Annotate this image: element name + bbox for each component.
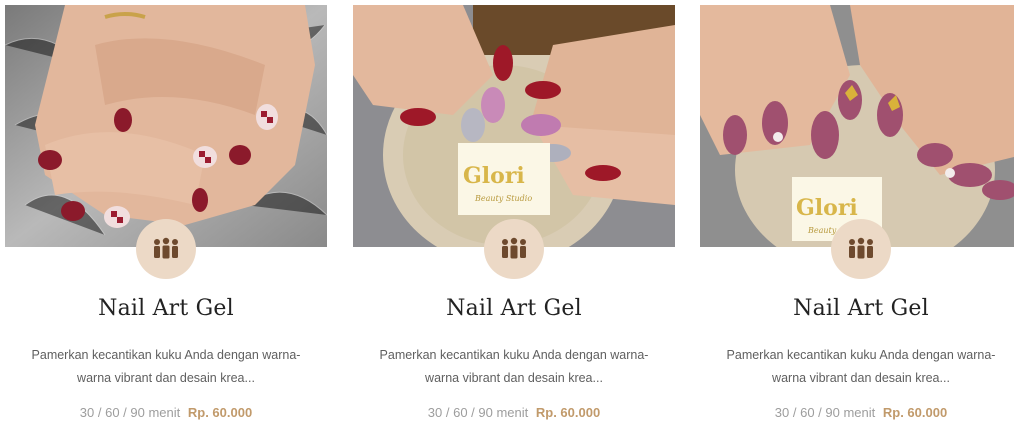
people-group-icon — [502, 237, 526, 259]
service-duration: 30 / 60 / 90 menit — [774, 405, 876, 420]
nail-photo-image — [5, 5, 327, 247]
service-photo[interactable]: Glori Beauty Studio — [700, 5, 1014, 247]
people-group-icon — [849, 237, 873, 259]
service-meta: 30 / 60 / 90 menit Rp. 60.000 — [700, 405, 1014, 420]
service-description: Pamerkan kecantikan kuku Anda dengan war… — [31, 348, 301, 385]
service-title[interactable]: Nail Art Gel — [700, 296, 1014, 321]
service-card[interactable]: Glori Beauty Studio Nail Art Gel Pamerka… — [700, 0, 1014, 423]
service-price: Rp. 60.000 — [535, 405, 601, 420]
glori-logo-subtext: Beauty Studio — [474, 194, 532, 203]
service-price: Rp. 60.000 — [187, 405, 253, 420]
service-duration: 30 / 60 / 90 menit — [427, 405, 529, 420]
nail-photo-image: Glori Beauty Studio — [353, 5, 675, 247]
service-badge — [484, 219, 544, 279]
service-photo[interactable] — [5, 5, 327, 247]
service-meta: 30 / 60 / 90 menit Rp. 60.000 — [5, 405, 327, 420]
service-photo[interactable]: Glori Beauty Studio — [353, 5, 675, 247]
service-title[interactable]: Nail Art Gel — [353, 296, 675, 321]
service-description: Pamerkan kecantikan kuku Anda dengan war… — [726, 348, 996, 385]
service-description: Pamerkan kecantikan kuku Anda dengan war… — [379, 348, 649, 385]
service-badge — [136, 219, 196, 279]
service-price: Rp. 60.000 — [882, 405, 948, 420]
service-duration: 30 / 60 / 90 menit — [79, 405, 181, 420]
glori-logo-text: Glori — [463, 163, 525, 189]
service-grid: Nail Art Gel Pamerkan kecantikan kuku An… — [0, 0, 1014, 423]
service-title[interactable]: Nail Art Gel — [5, 296, 327, 321]
people-group-icon — [154, 237, 178, 259]
service-card[interactable]: Glori Beauty Studio Nail Art Gel Pamerka… — [353, 0, 675, 423]
service-card[interactable]: Nail Art Gel Pamerkan kecantikan kuku An… — [5, 0, 327, 423]
service-meta: 30 / 60 / 90 menit Rp. 60.000 — [353, 405, 675, 420]
service-badge — [831, 219, 891, 279]
nail-photo-image: Glori Beauty Studio — [700, 5, 1014, 247]
glori-logo-text: Glori — [796, 195, 858, 221]
